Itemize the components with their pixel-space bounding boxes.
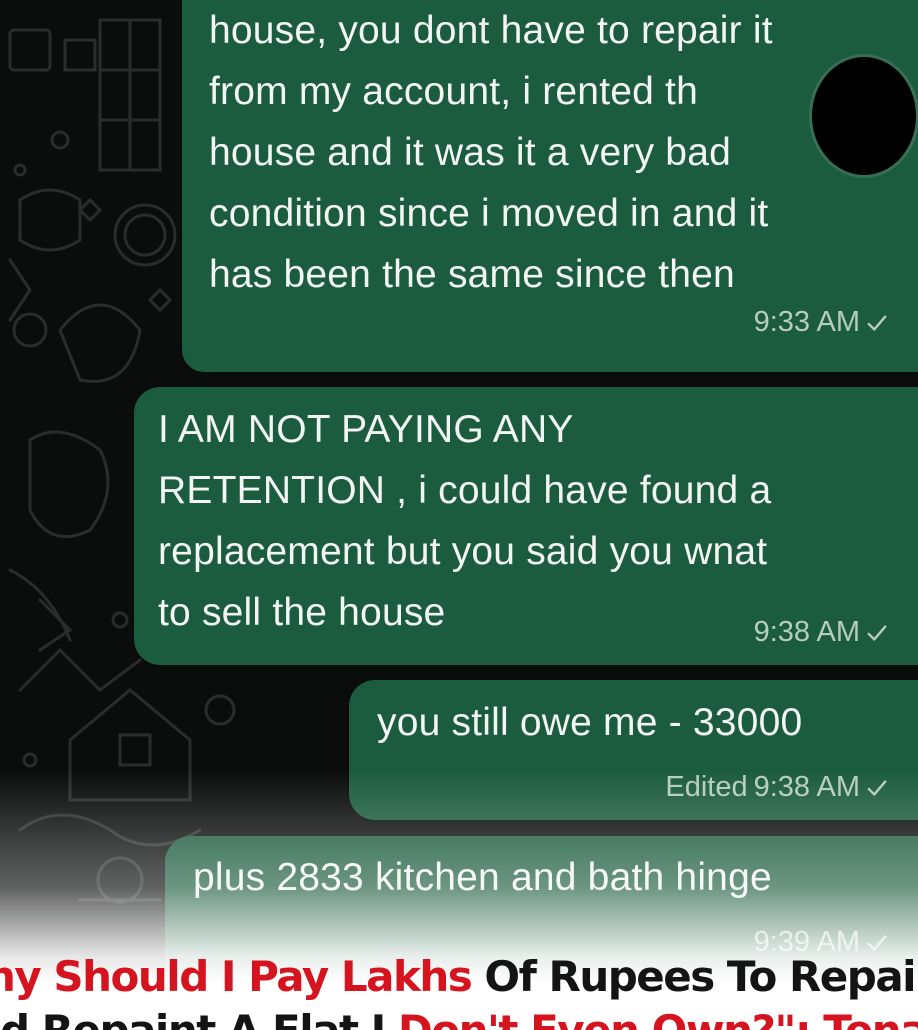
message-bubble-outgoing[interactable]: you still owe me - 33000 Edited 9:38 AM	[349, 680, 918, 820]
message-bubble-outgoing[interactable]: I AM NOT PAYING ANY RETENTION , i could …	[134, 387, 918, 665]
redacted-avatar	[812, 57, 916, 175]
headline-line-1: hy Should I Pay Lakhs Of Rupees To Repai…	[0, 952, 918, 1001]
message-line: condition since i moved in and it	[209, 192, 769, 235]
message-text: plus 2833 kitchen and bath hinge	[193, 847, 772, 908]
message-line: house and it was it a very bad	[209, 131, 731, 174]
message-line: has been the same since then	[209, 253, 735, 296]
sent-check-icon	[867, 779, 887, 796]
message-line: replacement but you said you wnat	[158, 530, 768, 573]
message-text: house, you dont have to repair it from m…	[209, 0, 773, 305]
message-time: 9:38 AM	[753, 616, 860, 648]
message-line: house, you dont have to repair it	[209, 9, 773, 52]
message-meta: 9:33 AM	[754, 306, 888, 339]
headline-caption: hy Should I Pay Lakhs Of Rupees To Repai…	[0, 950, 918, 1030]
message-line: from my account, i rented th	[209, 70, 698, 113]
message-line: RETENTION , i could have found a	[158, 469, 772, 512]
headline-red-text: Don't Even Own?": Tenant	[398, 1006, 918, 1030]
screenshot-stage: house, you dont have to repair it from m…	[0, 0, 918, 1030]
message-meta: Edited 9:38 AM	[665, 771, 888, 804]
message-bubble-outgoing[interactable]: house, you dont have to repair it from m…	[182, 0, 918, 372]
message-time: 9:33 AM	[753, 306, 860, 338]
sent-check-icon	[867, 624, 887, 641]
message-text: you still owe me - 33000	[377, 692, 802, 753]
headline-black-text: d Repaint A Flat I	[0, 1006, 398, 1030]
sent-check-icon	[867, 314, 887, 331]
edited-label: Edited	[665, 771, 748, 803]
message-text: I AM NOT PAYING ANY RETENTION , i could …	[158, 399, 771, 643]
message-line: you still owe me - 33000	[377, 701, 803, 744]
message-line: I AM NOT PAYING ANY	[158, 408, 574, 451]
message-line: plus 2833 kitchen and bath hinge	[193, 856, 772, 899]
headline-black-text: Of Rupees To Repair	[471, 952, 918, 1001]
message-line: to sell the house	[158, 591, 446, 634]
message-meta: 9:38 AM	[754, 616, 888, 649]
headline-line-2: d Repaint A Flat I Don't Even Own?": Ten…	[0, 1006, 918, 1030]
headline-red-text: hy Should I Pay Lakhs	[0, 952, 473, 1001]
message-time: 9:38 AM	[753, 771, 860, 803]
